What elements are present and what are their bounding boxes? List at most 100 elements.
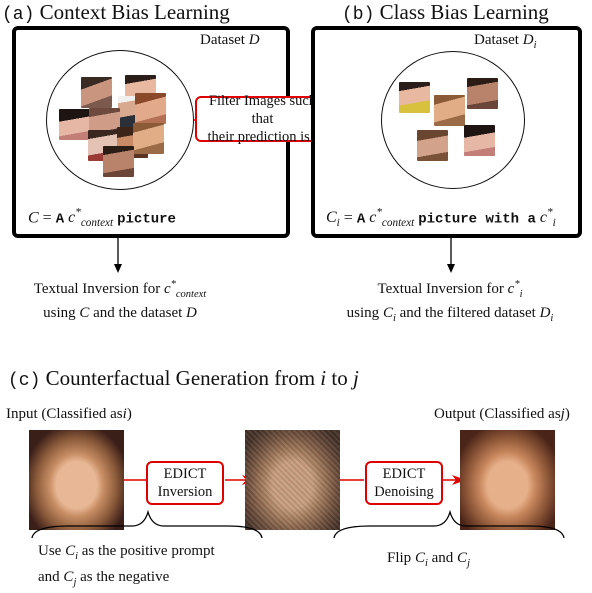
- brace-right-icon: [333, 510, 565, 539]
- symbol-letter: D: [522, 32, 534, 48]
- token-sub: context: [80, 217, 114, 230]
- output-label: Output (Classified asj): [434, 406, 570, 423]
- symbol-sub: i: [550, 313, 554, 324]
- math-c: C: [79, 305, 90, 321]
- box-line-1: EDICT: [163, 466, 207, 482]
- face-image: [467, 78, 498, 109]
- face-image: [81, 77, 112, 108]
- caption-text: using: [346, 305, 380, 321]
- token-sub: i: [519, 289, 523, 300]
- note-text: Flip: [387, 550, 412, 566]
- panel-a-tag: (a): [2, 5, 35, 25]
- math-c: Cj: [63, 569, 77, 588]
- prompt-word: A: [55, 211, 65, 228]
- symbol-sub: j: [467, 558, 470, 569]
- face-image: [59, 109, 90, 140]
- caption-text: Textual Inversion for: [377, 281, 504, 297]
- class-symbol: j: [352, 366, 359, 390]
- panel-c-tag: (c): [8, 371, 41, 391]
- face-image: [133, 123, 164, 154]
- panel-b-caption: Textual Inversion for c*i using Ci and t…: [330, 275, 570, 328]
- caption-line-2: using Ci and the filtered dataset Di: [330, 304, 570, 328]
- panel-a-title-text: Context Bias Learning: [39, 0, 230, 24]
- filter-line-1: Filter Images such that: [208, 93, 317, 127]
- math-c: Ci: [65, 543, 79, 562]
- math-d: D: [186, 305, 197, 321]
- symbol-sub: i: [533, 40, 537, 51]
- filter-text: their prediction is: [207, 129, 310, 145]
- note-text: and: [38, 569, 60, 585]
- note-text: as the positive prompt: [81, 543, 215, 559]
- face-image: [399, 82, 430, 113]
- caption-line-1: Textual Inversion for c*context: [10, 275, 230, 304]
- box-line-2: Inversion: [157, 484, 213, 500]
- symbol-letter: C: [457, 550, 468, 566]
- arrow-down-icon: [447, 238, 455, 273]
- panel-c-title: (c) Counterfactual Generation from i to …: [8, 366, 359, 391]
- label-text: Input (Classified as: [6, 406, 123, 422]
- symbol-sub: j: [73, 577, 77, 588]
- arrow-down-icon: [114, 238, 122, 273]
- box-line-1: EDICT: [382, 466, 426, 482]
- prompt-word: A: [356, 211, 366, 228]
- symbol-sub: i: [424, 558, 428, 569]
- dataset-di-label: Dataset Di: [474, 32, 537, 51]
- caption-text: Textual Inversion for: [33, 281, 161, 297]
- face-image: [103, 146, 134, 177]
- prompt-lhs: C: [28, 209, 39, 227]
- context-token: c*context: [369, 207, 414, 230]
- dataset-symbol: D: [248, 32, 260, 48]
- label-text: ): [126, 406, 132, 422]
- dataset-label-text: Dataset: [474, 32, 519, 48]
- prompt-eq: =: [42, 209, 52, 227]
- note-text: Use: [38, 543, 62, 559]
- brace-left-icon: [31, 510, 263, 539]
- token-sub: context: [381, 217, 415, 230]
- class-symbol: i: [320, 366, 327, 390]
- token-letter: c: [163, 281, 171, 297]
- symbol-sub: i: [75, 551, 79, 562]
- edict-denoising-box: EDICT Denoising: [365, 461, 443, 505]
- symbol-letter: C: [65, 543, 76, 559]
- symbol-letter: C: [63, 569, 74, 585]
- dataset-label-text: Dataset: [200, 32, 245, 48]
- symbol-sub: i: [392, 313, 396, 324]
- panel-b-tag: (b): [342, 5, 375, 25]
- label-text: ): [564, 406, 570, 422]
- edict-inversion-box: EDICT Inversion: [146, 461, 224, 505]
- caption-line-2: using C and the dataset D: [10, 304, 230, 323]
- panel-a-caption: Textual Inversion for c*context using C …: [10, 275, 230, 323]
- symbol-sub: i: [336, 217, 340, 230]
- filter-line-2: their prediction is i: [197, 128, 328, 146]
- prompt-eq: =: [343, 209, 353, 227]
- symbol-letter: D: [539, 305, 551, 321]
- prompt-lhs: Ci: [326, 209, 340, 229]
- panel-b-title: (b) Class Bias Learning: [342, 0, 549, 25]
- token-sub: context: [175, 289, 207, 300]
- prompt-word: picture: [117, 211, 176, 228]
- prompt-c: C = A c*context picture: [28, 207, 176, 230]
- label-text: Output (Classified as: [434, 406, 561, 422]
- caption-line-1: Textual Inversion for c*i: [330, 275, 570, 304]
- panel-c-title-text: to: [331, 366, 348, 390]
- class-token: c*i: [539, 207, 556, 230]
- context-token: c*context: [68, 207, 113, 230]
- symbol-letter: C: [326, 209, 337, 227]
- note-line-2: and Cj as the negative: [38, 567, 215, 593]
- note-text: as the negative: [80, 569, 170, 585]
- filter-images-box: Filter Images such that their prediction…: [195, 93, 330, 145]
- note-left: Use Ci as the positive prompt and Cj as …: [38, 541, 215, 593]
- math-c: Cj: [457, 550, 470, 569]
- caption-text: using: [43, 305, 76, 321]
- token-letter: c: [539, 209, 547, 227]
- dataset-d-label: Dataset D: [200, 32, 260, 49]
- caption-text: and the dataset: [93, 305, 183, 321]
- dataset-symbol: Di: [522, 32, 537, 51]
- prompt-ci: Ci = A c*context picture with a c*i: [326, 207, 556, 230]
- math-c: Ci: [382, 305, 396, 324]
- face-image: [434, 95, 465, 126]
- class-token: c*i: [508, 279, 523, 300]
- note-text: and: [431, 550, 454, 566]
- symbol-letter: C: [382, 305, 393, 321]
- token-sub: i: [552, 217, 556, 230]
